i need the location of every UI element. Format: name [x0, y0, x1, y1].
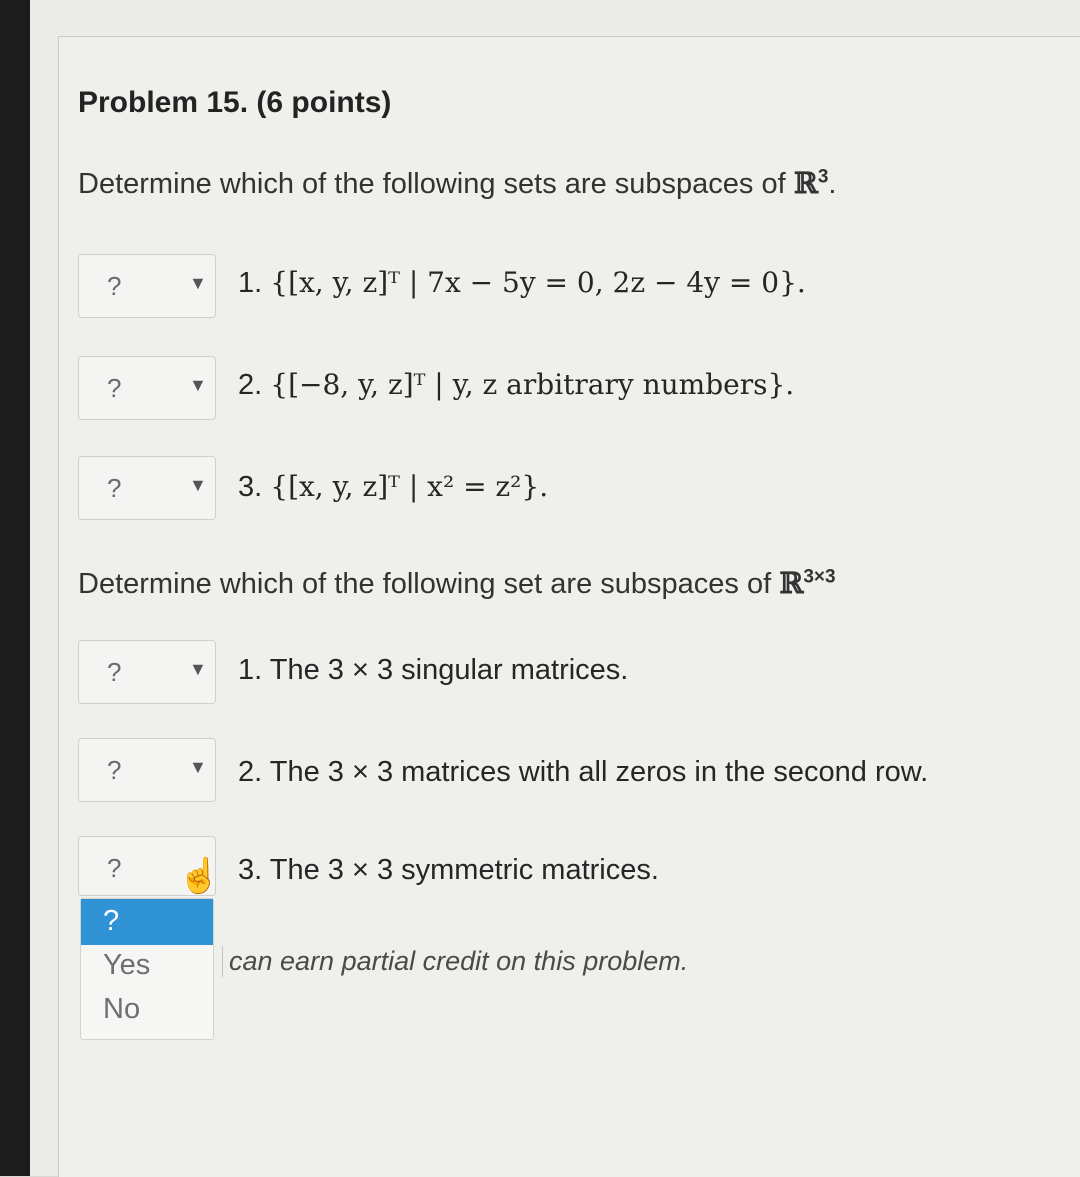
select-value: ?: [107, 473, 122, 503]
part2-prompt-text: Determine which of the following set are…: [78, 568, 780, 600]
item-number: 2.: [238, 756, 263, 788]
select-value: ?: [107, 271, 122, 301]
part1-prompt: Determine which of the following sets ar…: [78, 166, 837, 200]
chevron-down-icon: ▼: [189, 375, 207, 395]
part1-item2: 2. {[−8, y, z]ᵀ | y, z arbitrary numbers…: [238, 368, 794, 402]
part2-item2-select[interactable]: ? ▼: [78, 738, 216, 802]
item-number: 3.: [238, 854, 263, 886]
item-text: The 3 × 3 matrices with all zeros in the…: [269, 756, 929, 788]
part1-prompt-text: Determine which of the following sets ar…: [78, 168, 794, 200]
item-number: 1.: [238, 654, 263, 686]
part2-prompt: Determine which of the following set are…: [78, 566, 836, 601]
problem-title: Problem 15. (6 points): [78, 86, 392, 119]
part1-item3: 3. {[x, y, z]ᵀ | x² = z²}.: [238, 470, 548, 504]
part1-item2-select[interactable]: ? ▼: [78, 356, 216, 420]
dropdown-option-placeholder[interactable]: ?: [81, 899, 213, 945]
item-number: 1.: [238, 267, 263, 299]
item-number: 2.: [238, 369, 263, 401]
dropdown-menu: ? Yes No: [80, 898, 214, 1040]
part1-item3-select[interactable]: ? ▼: [78, 456, 216, 520]
chevron-down-icon: ▼: [189, 475, 207, 495]
select-value: ?: [107, 657, 122, 687]
dropdown-option-no[interactable]: No: [81, 989, 213, 1035]
part2-space-exp: 3×3: [803, 566, 836, 588]
item-text: The 3 × 3 singular matrices.: [269, 654, 629, 686]
part2-item2: 2. The 3 × 3 matrices with all zeros in …: [238, 756, 928, 789]
part1-item1-select[interactable]: ? ▼: [78, 254, 216, 318]
select-value: ?: [107, 373, 122, 403]
part2-item1: 1. The 3 × 3 singular matrices.: [238, 654, 628, 687]
item-number: 3.: [238, 471, 263, 503]
select-value: ?: [107, 853, 122, 883]
dropdown-option-yes[interactable]: Yes: [81, 945, 213, 991]
part1-space-exp: 3: [817, 166, 829, 188]
item-text: The 3 × 3 symmetric matrices.: [269, 854, 659, 886]
partial-credit-note: can earn partial credit on this problem.: [222, 946, 688, 977]
select-value: ?: [107, 755, 122, 785]
hand-cursor-icon: ☝: [178, 857, 221, 895]
monitor-bezel: [0, 0, 30, 1176]
chevron-down-icon: ▼: [189, 757, 207, 777]
chevron-down-icon: ▼: [189, 273, 207, 293]
part2-item1-select[interactable]: ? ▼: [78, 640, 216, 704]
chevron-down-icon: ▼: [189, 659, 207, 679]
item-expression: {[−8, y, z]ᵀ | y, z arbitrary numbers}.: [270, 368, 795, 401]
part2-item3: 3. The 3 × 3 symmetric matrices.: [238, 854, 659, 887]
item-expression: {[x, y, z]ᵀ | 7x − 5y = 0, 2z − 4y = 0}.: [270, 266, 806, 299]
item-expression: {[x, y, z]ᵀ | x² = z²}.: [270, 470, 549, 503]
part2-space-symbol: ℝ: [779, 566, 804, 600]
part1-item1: 1. {[x, y, z]ᵀ | 7x − 5y = 0, 2z − 4y = …: [238, 266, 806, 300]
part1-space-symbol: ℝ: [793, 166, 818, 200]
